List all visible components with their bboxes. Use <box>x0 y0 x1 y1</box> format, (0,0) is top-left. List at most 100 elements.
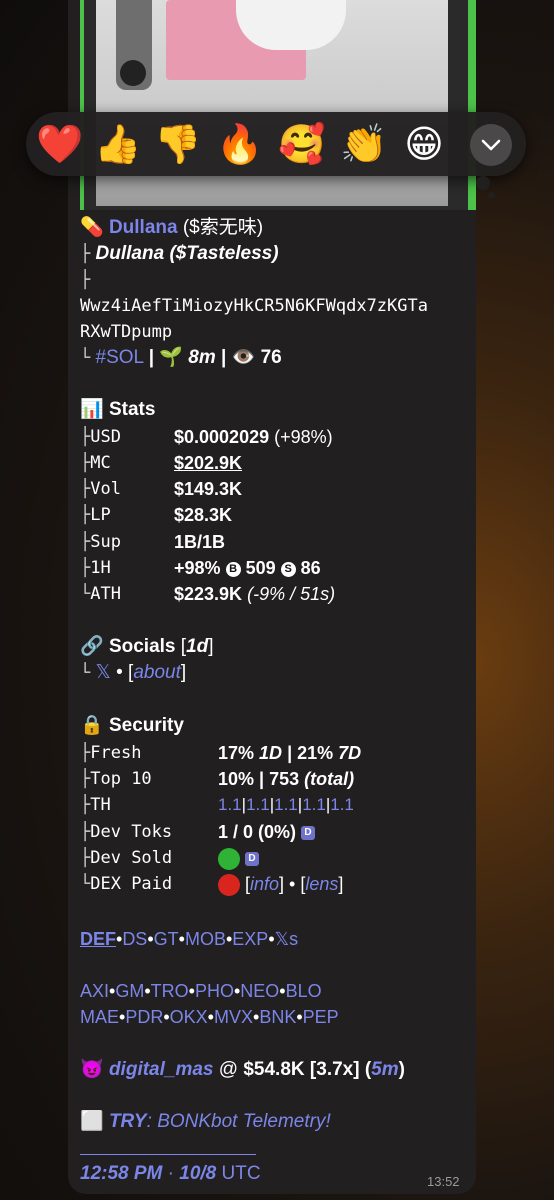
security-title: Security <box>108 715 184 736</box>
okx-link[interactable]: OKX <box>170 1007 208 1027</box>
contract-address-line1[interactable]: Wwz4iAefTiMiozyHkCR5N6KFWqdx7zKGTa <box>80 294 428 318</box>
tree-branch: ├ <box>80 558 91 578</box>
x-link[interactable]: 𝕏 <box>96 662 111 683</box>
neo-link[interactable]: NEO <box>240 981 279 1001</box>
sells-icon: S <box>280 561 296 577</box>
tro-link[interactable]: TRO <box>151 981 189 1001</box>
exp-link[interactable]: EXP <box>232 929 268 949</box>
th-values: 1.1|1.1|1.1|1.1|1.1 <box>218 795 354 814</box>
xs-link[interactable]: 𝕏s <box>275 929 299 949</box>
stats-row-sup: ├Sup 1B/1B <box>80 530 225 554</box>
pep-link[interactable]: PEP <box>303 1007 339 1027</box>
thumbs-up-reaction[interactable]: 👍 <box>94 121 142 167</box>
expand-reactions-button[interactable] <box>470 124 512 166</box>
mc-value-link[interactable]: $202.9K <box>174 451 242 475</box>
tree-branch: ├ <box>80 427 91 447</box>
security-row-devtoks: ├Dev Toks 1 / 0 (0%) D <box>80 820 316 844</box>
gm-link[interactable]: GM <box>115 981 144 1001</box>
token-name-link[interactable]: Dullana <box>109 217 178 238</box>
blo-link[interactable]: BLO <box>286 981 322 1001</box>
caller-mult: [3.7x] <box>309 1059 360 1080</box>
stat-label: LP <box>90 505 111 525</box>
tree-branch: ├ <box>80 453 91 473</box>
caller-ago-link[interactable]: 5m <box>371 1059 398 1080</box>
info-link[interactable]: info <box>250 874 279 894</box>
stats-row-vol: ├Vol $149.3K <box>80 477 242 501</box>
security-row-dexpaid: └DEX Paid [info] • [lens] <box>80 872 343 897</box>
footer-time[interactable]: 12:58 PM <box>80 1163 162 1184</box>
grinning-reaction[interactable]: 😁 <box>400 121 448 167</box>
pdr-link[interactable]: PDR <box>125 1007 163 1027</box>
footer-date[interactable]: 10/8 <box>179 1163 216 1184</box>
buys-icon: B <box>225 561 241 577</box>
lock-icon: 🔒 <box>80 715 104 736</box>
stat-label: 1H <box>90 558 111 578</box>
links-row-1: DEF•DS•GT•MOB•EXP•𝕏s <box>80 929 299 949</box>
th-link[interactable]: 1.1 <box>274 795 298 814</box>
token-alt-name: Dullana <box>95 243 165 264</box>
bnk-link[interactable]: BNK <box>259 1007 296 1027</box>
axi-link[interactable]: AXI <box>80 981 109 1001</box>
fire-reaction[interactable]: 🔥 <box>216 121 264 167</box>
caller-link[interactable]: digital_mas <box>109 1059 214 1080</box>
devil-icon: 😈 <box>80 1059 104 1080</box>
tree-end: └ <box>80 663 91 683</box>
mae-link[interactable]: MAE <box>80 1007 119 1027</box>
green-circle-icon <box>218 848 240 871</box>
reaction-bar: ❤️ 👍 👎 🔥 🥰 👏 😁 <box>26 112 526 176</box>
socials-links-row: └ 𝕏 • [about] <box>80 662 187 683</box>
th-link[interactable]: 1.1 <box>302 795 326 814</box>
tree-branch: ├ <box>80 244 91 264</box>
seedling-icon: 🌱 <box>159 347 183 368</box>
th-link[interactable]: 1.1 <box>218 795 242 814</box>
pho-link[interactable]: PHO <box>195 981 234 1001</box>
chevron-down-icon <box>481 139 501 151</box>
dev-badge-icon[interactable]: D <box>245 852 260 867</box>
mvx-link[interactable]: MVX <box>214 1007 253 1027</box>
stat-value: 1B/1B <box>174 532 226 552</box>
mob-link[interactable]: MOB <box>185 929 226 949</box>
white-square-icon: ⬜ <box>80 1111 104 1132</box>
dev-badge-icon[interactable]: D <box>301 826 316 841</box>
tree-branch: ├ <box>80 479 91 499</box>
security-label: TH <box>90 795 111 815</box>
tree-end: └ <box>80 874 91 894</box>
thumbs-down-reaction[interactable]: 👎 <box>154 121 202 167</box>
security-row-devsold: ├Dev Sold D <box>80 846 260 871</box>
contract-address-line2[interactable]: RXwTDpump <box>80 320 172 344</box>
heart-reaction[interactable]: ❤️ <box>36 121 84 167</box>
red-circle-icon <box>218 874 240 897</box>
lens-link[interactable]: lens <box>305 874 338 894</box>
gt-link[interactable]: GT <box>154 929 179 949</box>
th-link[interactable]: 1.1 <box>330 795 354 814</box>
message-timestamp: 13:52 <box>427 1174 460 1189</box>
security-label: Fresh <box>90 743 142 763</box>
caller-row: 😈 digital_mas @ $54.8K [3.7x] (5m) <box>80 1059 405 1080</box>
ds-link[interactable]: DS <box>122 929 147 949</box>
about-link[interactable]: about <box>133 662 181 683</box>
security-header: 🔒 Security <box>80 714 184 738</box>
stat-value: $149.3K <box>174 479 243 499</box>
photo-preview[interactable] <box>80 0 476 210</box>
smiling-hearts-reaction[interactable]: 🥰 <box>278 121 326 167</box>
security-row-top10: ├Top 10 10% | 753 (total) <box>80 767 354 791</box>
tree-branch: ├ <box>80 795 91 815</box>
th-link[interactable]: 1.1 <box>246 795 270 814</box>
tree-branch: ├ <box>80 532 91 552</box>
chain-link[interactable]: #SOL <box>96 347 144 368</box>
eye-icon: 👁️ <box>231 347 256 368</box>
stats-title: Stats <box>108 399 156 420</box>
reaction-bar-tail <box>476 176 490 190</box>
clapping-reaction[interactable]: 👏 <box>340 121 388 167</box>
security-label: Dev Sold <box>90 848 173 868</box>
token-alt-name-row: ├ Dullana ($Tasteless) <box>80 242 279 266</box>
devtoks-value: 1 / 0 (0%) D <box>218 820 316 844</box>
try-label[interactable]: TRY <box>109 1111 147 1132</box>
try-text-link[interactable]: BONKbot Telemetry! <box>157 1111 331 1132</box>
stat-label: Vol <box>90 479 121 499</box>
stats-row-mc: ├MC $202.9K <box>80 451 242 475</box>
token-alt-ticker: ($Tasteless) <box>169 243 279 264</box>
devsold-value: D <box>218 846 260 871</box>
stat-label: USD <box>90 427 121 447</box>
def-link[interactable]: DEF <box>80 929 116 949</box>
